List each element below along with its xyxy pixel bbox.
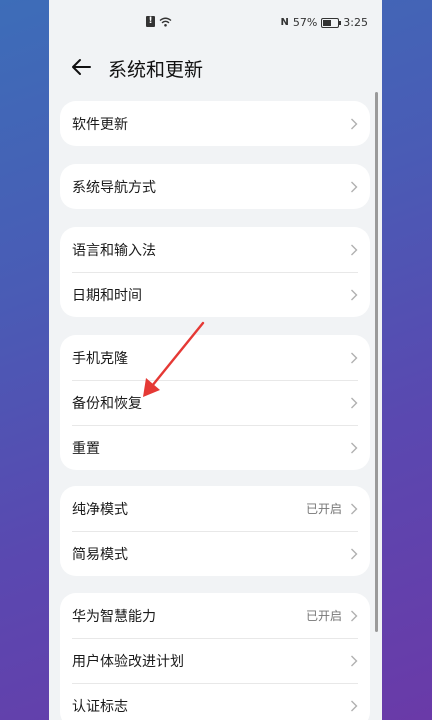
settings-group-huawei: 华为智慧能力 已开启 用户体验改进计划 认证标志 [60,593,370,720]
settings-item-certification[interactable]: 认证标志 [60,683,370,720]
settings-item-user-experience[interactable]: 用户体验改进计划 [60,638,370,683]
scrollbar[interactable] [375,92,378,632]
battery-percent: 57% [292,16,318,29]
title-bar: 系统和更新 [49,48,382,88]
settings-item-system-navigation[interactable]: 系统导航方式 [60,164,370,209]
settings-item-language-input[interactable]: 语言和输入法 [60,227,370,272]
chevron-right-icon [351,655,358,666]
settings-item-label: 备份和恢复 [72,395,142,412]
chevron-right-icon [351,289,358,300]
settings-item-huawei-intelligence[interactable]: 华为智慧能力 已开启 [60,593,370,638]
settings-group-software-update: 软件更新 [60,101,370,146]
status-left: ! [146,16,172,27]
settings-item-label: 手机克隆 [72,350,128,367]
settings-item-phone-clone[interactable]: 手机克隆 [60,335,370,380]
settings-group-modes: 纯净模式 已开启 简易模式 [60,486,370,576]
settings-item-label: 纯净模式 [72,501,128,518]
chevron-right-icon [351,352,358,363]
chevron-right-icon [351,118,358,129]
settings-item-software-update[interactable]: 软件更新 [60,101,370,146]
chevron-right-icon [351,503,358,514]
settings-item-label: 重置 [72,440,100,457]
settings-item-backup-restore[interactable]: 备份和恢复 [60,380,370,425]
settings-item-label: 系统导航方式 [72,179,156,196]
status-value: 已开启 [305,609,342,623]
chevron-right-icon [351,244,358,255]
chevron-right-icon [351,700,358,711]
chevron-right-icon [351,548,358,559]
settings-item-pure-mode[interactable]: 纯净模式 已开启 [60,486,370,531]
chevron-right-icon [351,442,358,453]
settings-item-reset[interactable]: 重置 [60,425,370,470]
page-title: 系统和更新 [108,59,204,81]
nfc-icon: N [280,17,289,28]
settings-group-navigation: 系统导航方式 [60,164,370,209]
alert-icon: ! [146,16,155,27]
battery-icon [321,17,342,28]
wifi-icon [159,17,172,27]
status-value: 已开启 [305,502,342,516]
settings-item-label: 日期和时间 [72,287,142,304]
status-bar: ! N 57% 3:25 [49,0,382,46]
status-right: N 57% 3:25 [280,16,368,29]
chevron-right-icon [351,610,358,621]
settings-item-label: 软件更新 [72,116,128,133]
settings-item-label: 华为智慧能力 [72,608,156,625]
chevron-right-icon [351,181,358,192]
settings-item-simple-mode[interactable]: 简易模式 [60,531,370,576]
settings-group-language-date: 语言和输入法 日期和时间 [60,227,370,317]
settings-item-label: 简易模式 [72,546,128,563]
settings-item-label: 用户体验改进计划 [72,653,184,670]
settings-item-label: 语言和输入法 [72,242,156,259]
back-arrow-icon[interactable] [69,54,95,80]
clock: 3:25 [343,16,368,29]
phone-screen: ! N 57% 3:25 系统和更新 软件更新 系统导航方式 语言和输入法 日期… [49,0,382,720]
settings-item-date-time[interactable]: 日期和时间 [60,272,370,317]
settings-item-label: 认证标志 [72,698,128,715]
settings-group-clone-backup: 手机克隆 备份和恢复 重置 [60,335,370,470]
chevron-right-icon [351,397,358,408]
